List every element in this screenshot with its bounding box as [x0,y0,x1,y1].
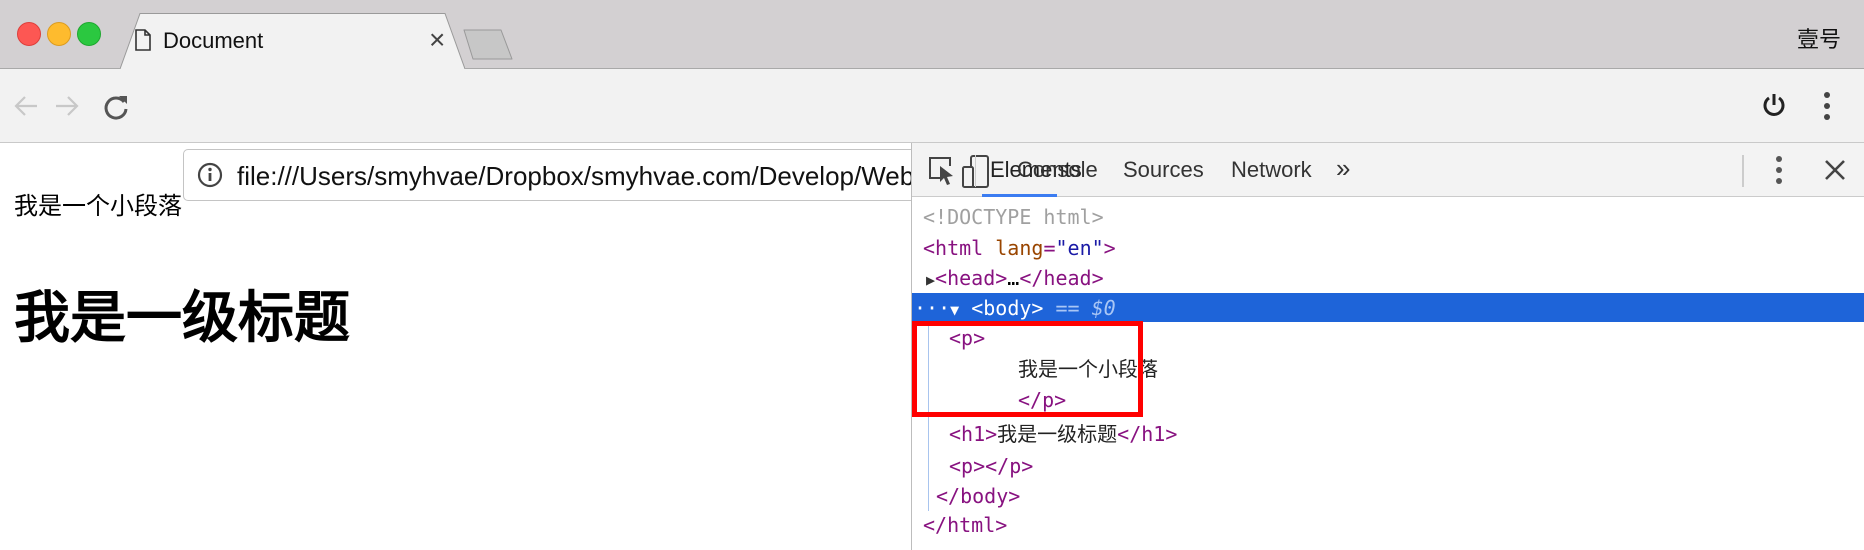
new-tab-button[interactable] [463,29,513,60]
h1-node[interactable]: <h1>我是一级标题</h1> [912,419,1864,449]
zoom-window-button[interactable] [77,22,101,46]
tab-title: Document [163,28,264,53]
active-tab-indicator [982,194,1057,197]
devtools-toolbar: Elements Console Sources Network » [912,143,1864,197]
minimize-window-button[interactable] [47,22,71,46]
device-toolbar-icon[interactable] [962,155,990,189]
forward-arrow-icon[interactable] [54,93,80,119]
separator [1742,155,1744,187]
collapse-triangle-icon[interactable]: ▼ [950,301,959,319]
page-paragraph: 我是一个小段落 [14,193,182,220]
tab-console[interactable]: Console [1017,157,1098,183]
close-devtools-icon[interactable] [1824,159,1846,181]
empty-p-node[interactable]: <p></p> [912,451,1864,481]
body-close-node[interactable]: </body> [912,481,1864,511]
devtools-menu-icon[interactable] [1774,155,1784,185]
browser-toolbar: file:///Users/smyhvae/Dropbox/smyhvae.co… [0,69,1864,201]
inspect-element-icon[interactable] [928,156,956,186]
reload-icon[interactable] [102,93,130,121]
info-icon[interactable] [197,162,223,188]
head-node[interactable]: ▶<head>…</head> [912,263,1864,293]
page-heading: 我是一级标题 [14,286,350,349]
doctype-node[interactable]: <!DOCTYPE html> [912,202,1864,232]
close-window-button[interactable] [17,22,41,46]
more-tabs-button[interactable]: » [1336,153,1350,184]
power-extension-icon[interactable] [1760,91,1788,119]
devtools-panel: Elements Console Sources Network » <!DOC… [911,143,1864,550]
user-profile-label[interactable]: 壹号 [1797,22,1841,54]
back-arrow-icon[interactable] [13,93,39,119]
tab-network[interactable]: Network [1231,157,1312,183]
body-node-selected[interactable]: ···▼ <body> == $0 [912,293,1864,322]
browser-menu-icon[interactable] [1822,91,1832,121]
expand-triangle-icon[interactable]: ▶ [926,271,935,289]
highlight-annotation-box [912,321,1143,417]
document-icon [135,29,151,51]
html-node[interactable]: <html lang="en"> [912,233,1864,263]
tab-close-icon[interactable]: × [429,24,445,56]
tab-bar: Document × 壹号 [0,0,1864,70]
tab-sources[interactable]: Sources [1123,157,1204,183]
html-close-node[interactable]: </html> [912,510,1864,540]
